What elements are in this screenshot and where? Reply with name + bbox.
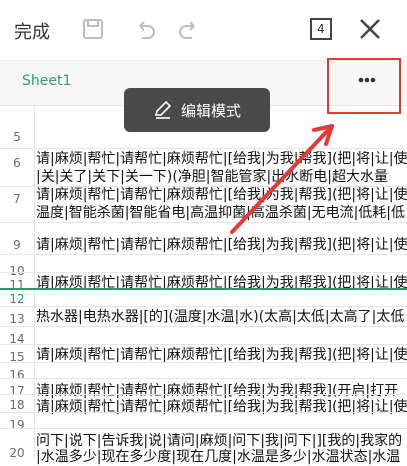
row-number[interactable]: 10 [0,264,34,278]
row-number[interactable]: 12 [0,292,34,306]
edit-mode-tooltip: 编辑模式 [124,88,270,132]
row-number[interactable]: 16 [0,368,34,382]
row-number[interactable]: 13 [0,312,34,326]
save-icon[interactable] [80,16,106,42]
row-text[interactable]: 请|麻烦|帮忙|请帮忙|麻烦帮忙|[给我|为我|帮我](把|将|让|使 [36,184,407,204]
row-number[interactable]: 7 [0,192,34,206]
pencil-icon [154,100,172,119]
row-text[interactable]: 请|麻烦|帮忙|请帮忙|麻烦帮忙|[给我|为我|帮我](把|将|让|使 [36,234,407,254]
page-count-box[interactable]: 4 [310,18,332,40]
top-toolbar: 完成 4 [0,0,407,60]
row-text[interactable]: 请|麻烦|帮忙|请帮忙|麻烦帮忙|[给我|为我|帮我](把|将|让|使 [36,344,407,364]
row-number[interactable]: 9 [0,238,34,252]
active-row-indicator [0,288,407,290]
row-number[interactable]: 19 [0,418,34,432]
row-text[interactable]: 请|麻烦|帮忙|请帮忙|麻烦帮忙|[给我|为我|帮我](把|将|让|使 [36,396,407,416]
edit-mode-label: 编辑模式 [180,101,241,120]
row-number[interactable]: 20 [0,446,34,460]
tab-sheet1[interactable]: Sheet1 [22,73,71,89]
row-number[interactable]: 18 [0,398,34,412]
row-number[interactable]: 17 [0,384,34,398]
spreadsheet-grid[interactable]: 5 6 请|麻烦|帮忙|请帮忙|麻烦帮忙|[给我|为我|帮我](把|将|让|使 … [0,104,407,465]
row-text[interactable]: |水温多少|现在多少度|现在几度|水温是多少|水温状态|水温 [36,446,407,466]
page-count: 4 [317,22,325,36]
row-text[interactable]: 温度|智能杀菌|智能省电|高温抑菌|高温杀菌|无电流|低耗|低 [36,202,407,222]
row-text[interactable]: 请|麻烦|帮忙|请帮忙|麻烦帮忙|[给我|为我|帮我](把|将|让|使 [36,148,407,168]
row-number[interactable]: 6 [0,156,34,170]
row-text[interactable]: 热水器|电热水器|[的](温度|水温|水)(太高|太低|太高了|太低 [36,306,407,326]
row-number[interactable]: 5 [0,130,34,144]
row-text[interactable]: |关|关了|关下|关一下)(净胆|智能管家|出水断电|超大水量 [36,166,407,186]
done-button[interactable]: 完成 [14,18,50,44]
undo-icon[interactable] [132,16,158,42]
close-icon[interactable] [357,16,383,42]
redo-icon[interactable] [176,16,202,42]
